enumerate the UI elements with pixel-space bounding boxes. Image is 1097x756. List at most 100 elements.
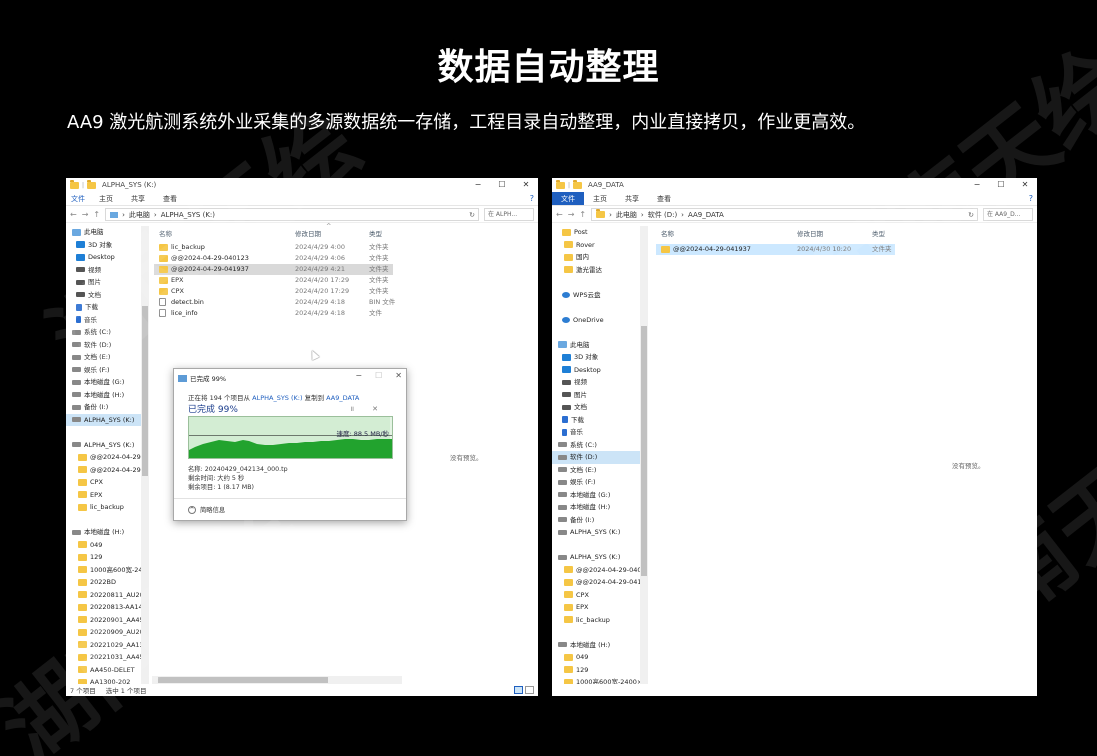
horizontal-scrollbar-thumb[interactable] xyxy=(158,677,328,683)
details-view-icon[interactable] xyxy=(514,686,523,694)
column-type[interactable]: 类型 xyxy=(369,228,382,238)
file-row[interactable]: detect.bin 2024/4/29 4:18 BIN 文件 xyxy=(154,297,395,308)
sidebar-item[interactable]: 1000高600宽-2400×× xyxy=(66,564,141,577)
forward-arrow-icon[interactable]: → xyxy=(82,210,89,219)
tiles-view-icon[interactable] xyxy=(525,686,534,694)
sidebar-item[interactable]: 此电脑 xyxy=(66,226,141,239)
help-icon[interactable]: ? xyxy=(530,192,534,205)
sidebar-item[interactable]: WPS云盘 xyxy=(552,289,640,302)
sidebar-item[interactable]: Post xyxy=(552,226,640,239)
sidebar-item[interactable]: 20220909_AU20-85-J xyxy=(66,626,141,639)
file-row[interactable]: @@2024-04-29-040123 2024/4/29 4:06 文件夹 xyxy=(154,253,393,264)
sidebar-item[interactable]: Desktop xyxy=(66,251,141,264)
sidebar-item[interactable]: CPX xyxy=(552,589,640,602)
tab-home[interactable]: 主页 xyxy=(584,192,616,205)
sidebar-item[interactable]: 备份 (I:) xyxy=(552,514,640,527)
sidebar-item[interactable]: @@2024-04-29-040 xyxy=(552,564,640,577)
breadcrumb-this-pc[interactable]: 此电脑 xyxy=(616,210,637,220)
address-bar[interactable]: › 此电脑 › ALPHA_SYS (K:) ↻ xyxy=(105,208,479,221)
sidebar-item[interactable]: 049 xyxy=(66,539,141,552)
back-arrow-icon[interactable]: ← xyxy=(70,210,77,219)
sidebar-item[interactable]: AA1300-202 xyxy=(66,676,141,684)
dialog-maximize-button[interactable]: ☐ xyxy=(375,371,382,380)
sidebar-item[interactable]: lic_backup xyxy=(66,501,141,514)
help-icon[interactable]: ? xyxy=(1029,192,1033,205)
tab-share[interactable]: 共享 xyxy=(616,192,648,205)
sidebar-item[interactable]: ALPHA_SYS (K:) xyxy=(552,526,640,539)
sidebar-item[interactable]: 本地磁盘 (G:) xyxy=(552,489,640,502)
sidebar-item[interactable]: Rover xyxy=(552,239,640,252)
sidebar-item[interactable]: 2022BD xyxy=(66,576,141,589)
sidebar-item[interactable]: 20220901_AA450-70 xyxy=(66,614,141,627)
sidebar-item[interactable]: 系统 (C:) xyxy=(552,439,640,452)
sidebar-item[interactable]: 3D 对象 xyxy=(66,239,141,252)
sidebar-item[interactable]: 娱乐 (F:) xyxy=(66,364,141,377)
sidebar-item[interactable]: 文档 xyxy=(552,401,640,414)
quick-access-folder-icon[interactable] xyxy=(573,179,583,189)
breadcrumb-drive-d[interactable]: 软件 (D:) xyxy=(648,210,677,220)
address-bar[interactable]: › 此电脑 › 软件 (D:) › AA9_DATA ↻ xyxy=(591,208,978,221)
breadcrumb-aa9-data[interactable]: AA9_DATA xyxy=(688,211,724,219)
quick-access-folder-icon[interactable] xyxy=(87,179,97,189)
sidebar-item[interactable]: 129 xyxy=(552,664,640,677)
sidebar-item[interactable]: 本地磁盘 (H:) xyxy=(552,501,640,514)
minimize-button[interactable]: − xyxy=(965,178,989,192)
sidebar-item[interactable]: 备份 (I:) xyxy=(66,401,141,414)
sidebar-item[interactable]: 软件 (D:) xyxy=(66,339,141,352)
sidebar-item[interactable]: 激光雷达 xyxy=(552,264,640,277)
tab-file[interactable]: 文件 xyxy=(552,192,584,205)
sidebar-item[interactable]: 视频 xyxy=(552,376,640,389)
file-row[interactable]: lic_backup 2024/4/29 4:00 文件夹 xyxy=(154,242,393,253)
sidebar-item[interactable]: 049 xyxy=(552,651,640,664)
pause-button[interactable]: ॥ xyxy=(350,405,354,414)
sidebar-item[interactable]: 音乐 xyxy=(552,426,640,439)
column-date[interactable]: 修改日期 xyxy=(797,228,823,238)
dialog-close-button[interactable]: ✕ xyxy=(395,371,402,380)
column-date[interactable]: 修改日期 xyxy=(295,228,321,238)
sidebar-item[interactable]: 音乐 xyxy=(66,314,141,327)
fewer-details-toggle[interactable]: ^ 简略信息 xyxy=(188,505,225,514)
dest-link[interactable]: AA9_DATA xyxy=(326,394,359,402)
maximize-button[interactable]: ☐ xyxy=(490,178,514,192)
sidebar-item[interactable]: 文档 (E:) xyxy=(552,464,640,477)
dialog-minimize-button[interactable]: − xyxy=(355,371,362,380)
tab-file[interactable]: 文件 xyxy=(66,192,90,205)
breadcrumb-this-pc[interactable]: 此电脑 xyxy=(129,210,150,220)
minimize-button[interactable]: − xyxy=(466,178,490,192)
sidebar-item[interactable]: @@2024-04-29-0419 xyxy=(552,576,640,589)
sidebar-item[interactable]: 视频 xyxy=(66,264,141,277)
sidebar-item[interactable]: AA450-DELET xyxy=(66,664,141,677)
file-row[interactable]: @@2024-04-29-041937 2024/4/30 10:20 文件夹 xyxy=(656,244,895,255)
sidebar-item[interactable]: 本地磁盘 (H:) xyxy=(66,389,141,402)
sidebar-item[interactable]: 软件 (D:) xyxy=(552,451,640,464)
close-button[interactable]: ✕ xyxy=(514,178,538,192)
breadcrumb-alpha-sys[interactable]: ALPHA_SYS (K:) xyxy=(161,211,215,219)
sidebar-item[interactable]: 文档 xyxy=(66,289,141,302)
sidebar-item[interactable]: ALPHA_SYS (K:) xyxy=(66,439,141,452)
sidebar-item[interactable]: ALPHA_SYS (K:) xyxy=(66,413,141,426)
file-row[interactable]: EPX 2024/4/20 17:29 文件夹 xyxy=(154,275,393,286)
nav-scrollbar-thumb[interactable] xyxy=(641,326,647,576)
sidebar-item[interactable]: 3D 对象 xyxy=(552,351,640,364)
sidebar-item[interactable]: 娱乐 (F:) xyxy=(552,476,640,489)
sidebar-item[interactable]: @@2024-04-29-040 xyxy=(66,451,141,464)
sidebar-item[interactable]: EPX xyxy=(552,601,640,614)
sidebar-item[interactable]: 系统 (C:) xyxy=(66,326,141,339)
file-row[interactable]: @@2024-04-29-041937 2024/4/29 4:21 文件夹 xyxy=(154,264,393,275)
horizontal-scrollbar[interactable] xyxy=(152,676,402,684)
sidebar-item[interactable]: OneDrive xyxy=(552,314,640,327)
nav-scrollbar-thumb[interactable] xyxy=(142,306,148,476)
sidebar-item[interactable]: 国内 xyxy=(552,251,640,264)
sidebar-item[interactable]: 20221029_AA1300-10 xyxy=(66,639,141,652)
forward-arrow-icon[interactable]: → xyxy=(568,210,575,219)
column-type[interactable]: 类型 xyxy=(872,228,885,238)
sidebar-item[interactable]: 1000高600宽-2400×× xyxy=(552,676,640,684)
sidebar-item[interactable]: EPX xyxy=(66,489,141,502)
sidebar-item[interactable]: 下载 xyxy=(66,301,141,314)
sidebar-item[interactable]: 本地磁盘 (H:) xyxy=(66,526,141,539)
nav-scrollbar[interactable] xyxy=(141,226,149,684)
sidebar-item[interactable]: 20220813-AA1400-7- xyxy=(66,601,141,614)
refresh-icon[interactable]: ↻ xyxy=(469,211,475,219)
back-arrow-icon[interactable]: ← xyxy=(556,210,563,219)
source-link[interactable]: ALPHA_SYS (K:) xyxy=(252,394,302,402)
